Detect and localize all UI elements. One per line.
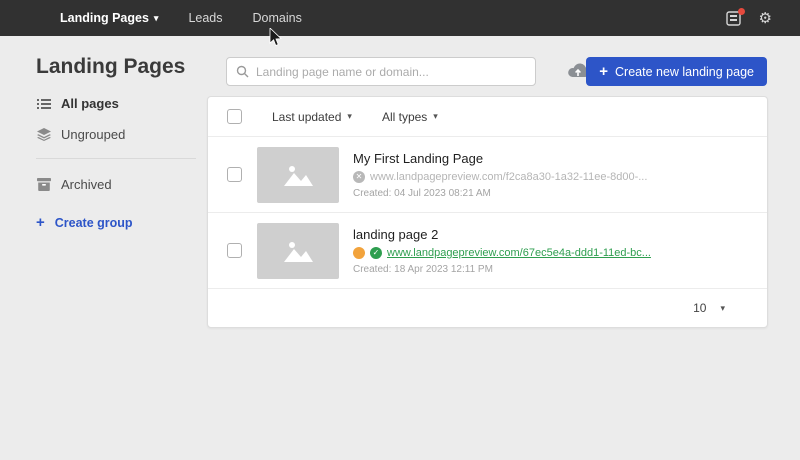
- created-date: Created: 18 Apr 2023 12:11 PM: [353, 264, 651, 275]
- page-url-link[interactable]: www.landpagepreview.com/67ec5e4a-ddd1-11…: [387, 247, 651, 259]
- page-size-value: 10: [693, 301, 706, 315]
- create-landing-page-button[interactable]: + Create new landing page: [586, 57, 767, 86]
- top-navigation: Landing Pages ▾ Leads Domains ⚙: [0, 0, 800, 36]
- row-checkbox[interactable]: [227, 243, 242, 258]
- image-placeholder-icon: [281, 238, 315, 264]
- sidebar-item-label: Ungrouped: [61, 127, 125, 142]
- chevron-down-icon: ▾: [433, 111, 438, 122]
- plus-icon: +: [36, 214, 45, 231]
- sidebar-item-label: All pages: [61, 96, 119, 111]
- gear-icon[interactable]: ⚙: [759, 11, 772, 26]
- table-row[interactable]: My First Landing Page ✕ www.landpageprev…: [208, 137, 767, 213]
- chevron-down-icon: ▾: [720, 303, 725, 314]
- page-title: Landing Pages: [36, 55, 185, 79]
- search-icon: [236, 65, 249, 78]
- status-published-icon: ✓: [370, 247, 382, 259]
- page-thumbnail[interactable]: [257, 223, 339, 279]
- nav-item-label: Landing Pages: [60, 11, 149, 25]
- nav-icon-group: ⚙: [726, 0, 772, 36]
- landing-pages-list: Last updated ▾ All types ▾ My First Land…: [207, 96, 768, 328]
- search-box: [226, 57, 536, 86]
- list-footer: 10 ▾: [208, 289, 767, 327]
- row-details: landing page 2 ✓ www.landpagepreview.com…: [353, 227, 651, 275]
- status-pending-icon: [353, 247, 365, 259]
- layers-icon: [36, 127, 51, 142]
- app-window: Landing Pages ▾ Leads Domains ⚙ Landing …: [0, 0, 800, 460]
- page-size-select[interactable]: 10 ▾: [693, 301, 725, 315]
- sidebar: All pages Ungrouped Archived: [36, 96, 196, 247]
- plus-icon: +: [599, 64, 608, 79]
- cross-icon: ✕: [356, 173, 363, 181]
- nav-item-domains[interactable]: Domains: [253, 11, 302, 25]
- sort-dropdown[interactable]: Last updated ▾: [272, 110, 352, 124]
- type-filter-dropdown[interactable]: All types ▾: [382, 110, 438, 124]
- nav-item-label: Domains: [253, 11, 302, 25]
- search-input[interactable]: [256, 65, 526, 79]
- table-row[interactable]: landing page 2 ✓ www.landpagepreview.com…: [208, 213, 767, 289]
- sort-dropdown-label: Last updated: [272, 110, 341, 124]
- nav-item-landing-pages[interactable]: Landing Pages ▾: [60, 11, 158, 25]
- page-url: www.landpagepreview.com/f2ca8a30-1a32-11…: [370, 171, 647, 183]
- page-thumbnail[interactable]: [257, 147, 339, 203]
- type-filter-label: All types: [382, 110, 427, 124]
- nav-item-leads[interactable]: Leads: [188, 11, 222, 25]
- row-details: My First Landing Page ✕ www.landpageprev…: [353, 151, 647, 199]
- create-group-button[interactable]: + Create group: [36, 214, 196, 231]
- row-checkbox[interactable]: [227, 167, 242, 182]
- select-all-checkbox[interactable]: [227, 109, 242, 124]
- notification-badge: [738, 8, 745, 15]
- chevron-down-icon: ▾: [154, 13, 159, 24]
- nav-item-label: Leads: [188, 11, 222, 25]
- page-url-line: ✕ www.landpagepreview.com/f2ca8a30-1a32-…: [353, 171, 647, 183]
- sidebar-item-ungrouped[interactable]: Ungrouped: [36, 127, 196, 142]
- list-icon: [36, 96, 51, 111]
- sidebar-item-all-pages[interactable]: All pages: [36, 96, 196, 111]
- notifications-icon[interactable]: [726, 11, 741, 26]
- status-unpublished-icon: ✕: [353, 171, 365, 183]
- sidebar-item-label: Archived: [61, 177, 112, 192]
- create-group-label: Create group: [55, 216, 133, 230]
- page-title-text[interactable]: My First Landing Page: [353, 151, 647, 166]
- page-url-line: ✓ www.landpagepreview.com/67ec5e4a-ddd1-…: [353, 247, 651, 259]
- create-button-label: Create new landing page: [615, 65, 754, 79]
- image-placeholder-icon: [281, 162, 315, 188]
- sidebar-divider: [36, 158, 196, 159]
- created-date: Created: 04 Jul 2023 08:21 AM: [353, 188, 647, 199]
- chevron-down-icon: ▾: [347, 111, 352, 122]
- check-icon: ✓: [373, 249, 380, 257]
- list-header: Last updated ▾ All types ▾: [208, 97, 767, 137]
- page-title-text[interactable]: landing page 2: [353, 227, 651, 242]
- archive-icon: [36, 177, 51, 192]
- sidebar-item-archived[interactable]: Archived: [36, 177, 196, 192]
